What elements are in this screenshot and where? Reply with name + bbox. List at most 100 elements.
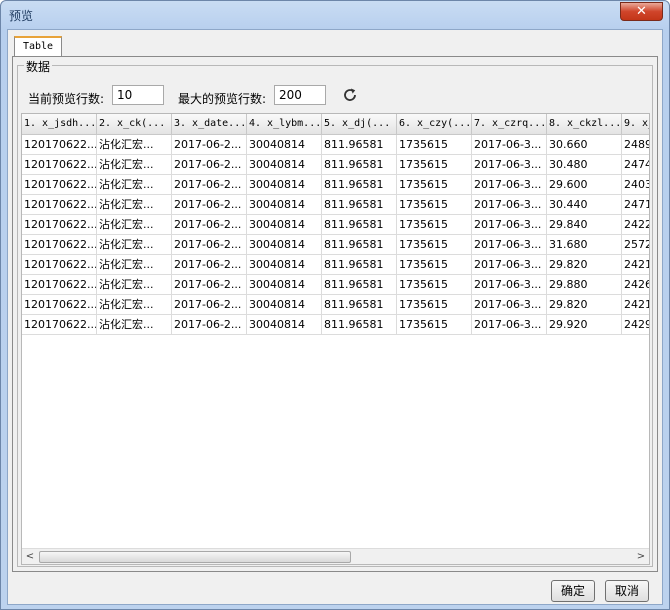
table-cell[interactable]: 沾化汇宏... [97,235,172,255]
table-cell[interactable]: 24261 [622,275,649,295]
table-cell[interactable]: 1735615 [397,275,472,295]
column-header[interactable]: 2. x_ck(... [97,114,172,135]
table-cell[interactable]: 2017-06-3... [472,135,547,155]
table-cell[interactable]: 1735615 [397,215,472,235]
column-header[interactable]: 6. x_czy(... [397,114,472,135]
table-cell[interactable]: 29.920 [547,315,622,335]
close-button[interactable]: ✕ [620,2,663,21]
table-cell[interactable]: 811.96581 [322,275,397,295]
table-cell[interactable]: 2017-06-2... [172,235,247,255]
column-header[interactable]: 3. x_date... [172,114,247,135]
table-cell[interactable]: 120170622... [22,195,97,215]
table-cell[interactable]: 30.480 [547,155,622,175]
table-cell[interactable]: 120170622... [22,235,97,255]
table-cell[interactable]: 1735615 [397,295,472,315]
table-cell[interactable]: 30040814 [247,315,322,335]
table-cell[interactable]: 沾化汇宏... [97,315,172,335]
column-header[interactable]: 5. x_dj(... [322,114,397,135]
table-cell[interactable]: 30040814 [247,295,322,315]
table-cell[interactable]: 30040814 [247,275,322,295]
table-cell[interactable]: 811.96581 [322,135,397,155]
scroll-left-icon[interactable]: < [22,549,38,564]
table-cell[interactable]: 沾化汇宏... [97,275,172,295]
table-cell[interactable]: 沾化汇宏... [97,135,172,155]
table-cell[interactable]: 30040814 [247,195,322,215]
table-row[interactable]: 120170622... 沾化汇宏... 2017-06-2... 30040814 8… [22,315,649,335]
table-cell[interactable]: 24212 [622,295,649,315]
horizontal-scrollbar[interactable]: < > [22,548,649,564]
table-cell[interactable]: 1735615 [397,155,472,175]
column-header[interactable]: 1. x_jsdh... [22,114,97,135]
table-cell[interactable]: 25723 [622,235,649,255]
table-cell[interactable]: 120170622... [22,175,97,195]
tab-table[interactable]: Table [14,36,62,57]
table-cell[interactable]: 1735615 [397,175,472,195]
column-header[interactable]: 8. x_ckzl... [547,114,622,135]
table-cell[interactable]: 2017-06-2... [172,275,247,295]
table-cell[interactable]: 2017-06-2... [172,135,247,155]
table-cell[interactable]: 29.600 [547,175,622,195]
table-row[interactable]: 120170622... 沾化汇宏... 2017-06-2... 30040814 8… [22,175,649,195]
table-row[interactable]: 120170622... 沾化汇宏... 2017-06-2... 30040814 8… [22,155,649,175]
table-cell[interactable]: 811.96581 [322,295,397,315]
table-cell[interactable]: 2017-06-2... [172,155,247,175]
table-row[interactable]: 120170622... 沾化汇宏... 2017-06-2... 30040814 8… [22,135,649,155]
table-cell[interactable]: 29.880 [547,275,622,295]
table-cell[interactable]: 2017-06-2... [172,295,247,315]
table-cell[interactable]: 811.96581 [322,195,397,215]
table-cell[interactable]: 2017-06-3... [472,195,547,215]
current-rows-field[interactable]: 10 [112,85,164,105]
column-header[interactable]: 7. x_czrq... [472,114,547,135]
table-cell[interactable]: 1735615 [397,255,472,275]
table-cell[interactable]: 120170622... [22,315,97,335]
table-cell[interactable]: 811.96581 [322,315,397,335]
cancel-button[interactable]: 取消 [605,580,649,602]
table-row[interactable]: 120170622... 沾化汇宏... 2017-06-2... 30040814 8… [22,235,649,255]
table-cell[interactable]: 2017-06-3... [472,215,547,235]
table-row[interactable]: 120170622... 沾化汇宏... 2017-06-2... 30040814 8… [22,275,649,295]
table-cell[interactable]: 1735615 [397,135,472,155]
table-cell[interactable]: 811.96581 [322,175,397,195]
table-cell[interactable]: 120170622... [22,255,97,275]
table-cell[interactable]: 120170622... [22,215,97,235]
table-cell[interactable]: 2017-06-2... [172,255,247,275]
refresh-icon[interactable] [342,87,358,103]
table-cell[interactable]: 811.96581 [322,235,397,255]
table-cell[interactable]: 31.680 [547,235,622,255]
ok-button[interactable]: 确定 [551,580,595,602]
table-cell[interactable]: 24229 [622,215,649,235]
table-cell[interactable]: 24716 [622,195,649,215]
table-cell[interactable]: 30040814 [247,215,322,235]
table-row[interactable]: 120170622... 沾化汇宏... 2017-06-2... 30040814 8… [22,295,649,315]
table-cell[interactable]: 24748 [622,155,649,175]
table-cell[interactable]: 2017-06-2... [172,315,247,335]
table-cell[interactable]: 30.660 [547,135,622,155]
table-cell[interactable]: 24294 [622,315,649,335]
table-cell[interactable]: 2017-06-3... [472,295,547,315]
table-cell[interactable]: 2017-06-3... [472,235,547,255]
scroll-thumb[interactable] [39,551,351,563]
table-cell[interactable]: 沾化汇宏... [97,215,172,235]
table-cell[interactable]: 30040814 [247,175,322,195]
table-cell[interactable]: 24894 [622,135,649,155]
table-cell[interactable]: 30040814 [247,255,322,275]
table-cell[interactable]: 2017-06-2... [172,215,247,235]
table-cell[interactable]: 30040814 [247,135,322,155]
table-cell[interactable]: 2017-06-3... [472,275,547,295]
table-cell[interactable]: 24212 [622,255,649,275]
table-cell[interactable]: 2017-06-2... [172,195,247,215]
table-cell[interactable]: 811.96581 [322,255,397,275]
column-header[interactable]: 9. x_... [622,114,649,135]
table-cell[interactable]: 沾化汇宏... [97,295,172,315]
table-cell[interactable]: 120170622... [22,135,97,155]
table-cell[interactable]: 29.840 [547,215,622,235]
table-cell[interactable]: 2017-06-3... [472,315,547,335]
table-cell[interactable]: 30040814 [247,155,322,175]
table-cell[interactable]: 811.96581 [322,215,397,235]
table-row[interactable]: 120170622... 沾化汇宏... 2017-06-2... 30040814 8… [22,215,649,235]
max-rows-field[interactable]: 200 [274,85,326,105]
table-cell[interactable]: 30040814 [247,235,322,255]
table-cell[interactable]: 2017-06-3... [472,155,547,175]
table-cell[interactable]: 沾化汇宏... [97,255,172,275]
table-cell[interactable]: 沾化汇宏... [97,155,172,175]
